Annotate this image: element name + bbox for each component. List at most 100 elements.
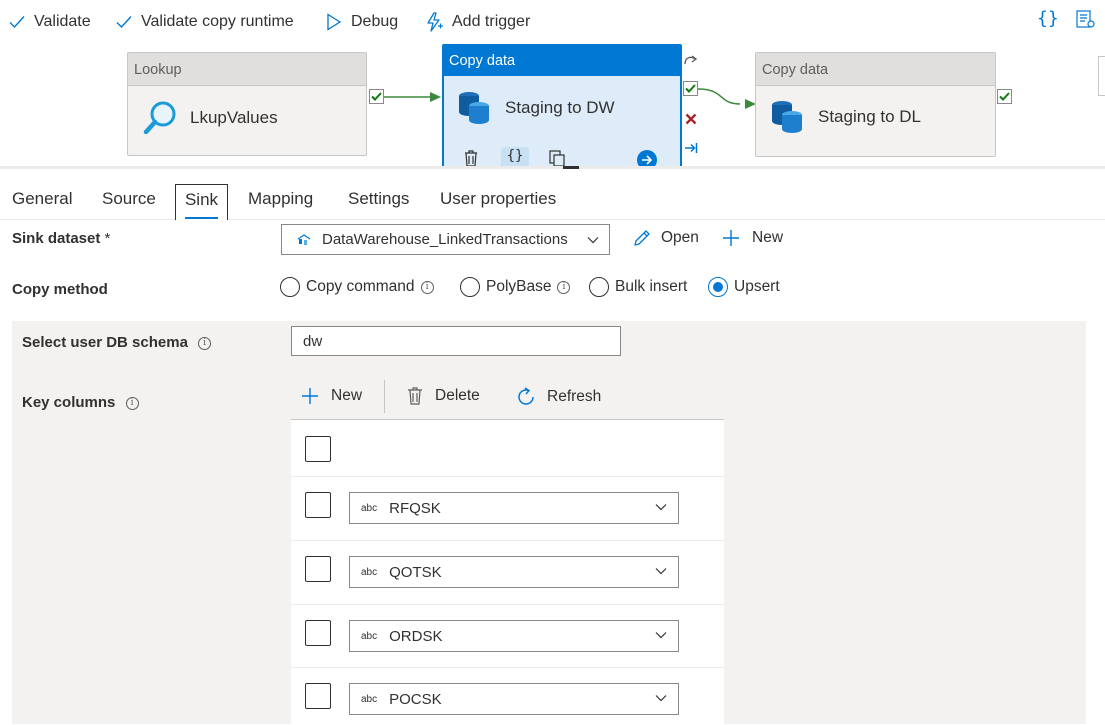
- database-copy-icon: [772, 101, 802, 133]
- validate-runtime-label: Validate copy runtime: [141, 13, 294, 30]
- info-icon[interactable]: i: [198, 336, 212, 350]
- row-checkbox[interactable]: [305, 492, 331, 518]
- new-dataset-button[interactable]: New: [721, 228, 783, 248]
- copy-method-bulk-insert[interactable]: Bulk insert: [589, 277, 687, 297]
- table-row: abc QOTSK: [291, 541, 724, 605]
- tab-user-properties[interactable]: User properties: [440, 184, 556, 220]
- activity-type-label: Lookup: [128, 53, 366, 86]
- activity-type-label: Copy data: [444, 46, 680, 76]
- pipeline-toolbar: Validate Validate copy runtime Debug Add…: [0, 0, 1105, 44]
- info-icon[interactable]: i: [420, 280, 434, 294]
- add-trigger-label: Add trigger: [452, 13, 531, 30]
- panel-splitter[interactable]: [0, 166, 1105, 169]
- row-checkbox[interactable]: [305, 683, 331, 709]
- radio-button-selected: [708, 277, 728, 297]
- validate-label: Validate: [34, 13, 91, 30]
- radio-button: [280, 277, 300, 297]
- key-column-value: ORDSK: [389, 627, 443, 645]
- properties-icon[interactable]: [1075, 9, 1095, 34]
- radio-label: Copy command: [306, 278, 415, 295]
- pipeline-canvas[interactable]: Lookup LkupValues Copy data Staging to D…: [0, 44, 1105, 166]
- chevron-down-icon: [655, 695, 667, 702]
- tab-mapping[interactable]: Mapping: [248, 184, 313, 220]
- activity-name: LkupValues: [190, 108, 278, 127]
- add-key-column-button[interactable]: New: [300, 386, 362, 406]
- radio-button: [589, 277, 609, 297]
- table-row: abc ORDSK: [291, 605, 724, 668]
- string-type-icon: abc: [361, 630, 378, 642]
- success-output-icon[interactable]: [997, 89, 1012, 104]
- key-column-dropdown[interactable]: abc ORDSK: [349, 620, 679, 652]
- copy-method-label: Copy method: [12, 281, 108, 298]
- key-column-dropdown[interactable]: abc RFQSK: [349, 492, 679, 524]
- delete-label: Delete: [435, 387, 480, 404]
- completion-output-icon[interactable]: [683, 140, 698, 155]
- delete-key-column-button[interactable]: Delete: [405, 386, 480, 406]
- key-column-value: QOTSK: [389, 563, 442, 581]
- radio-label: Upsert: [734, 278, 780, 295]
- tab-sink[interactable]: Sink: [175, 184, 228, 220]
- tab-source[interactable]: Source: [102, 184, 156, 220]
- row-checkbox[interactable]: [305, 620, 331, 646]
- sink-dataset-label-text: Sink dataset: [12, 230, 101, 247]
- key-column-value: RFQSK: [389, 499, 441, 517]
- sink-dataset-label: Sink dataset *: [12, 230, 110, 247]
- refresh-key-columns-button[interactable]: Refresh: [515, 386, 601, 408]
- code-view-icon[interactable]: {}: [1037, 8, 1059, 29]
- activity-go-icon[interactable]: [637, 150, 657, 166]
- string-type-icon: abc: [361, 693, 378, 705]
- key-column-dropdown[interactable]: abc POCSK: [349, 683, 679, 715]
- active-tab-indicator: [185, 217, 218, 219]
- select-all-checkbox[interactable]: [305, 436, 331, 462]
- skipped-output-icon[interactable]: [683, 52, 698, 67]
- clone-activity-icon[interactable]: [548, 149, 566, 166]
- key-column-dropdown[interactable]: abc QOTSK: [349, 556, 679, 588]
- sink-dataset-value: DataWarehouse_LinkedTransactions: [322, 231, 568, 248]
- delete-activity-icon[interactable]: [462, 149, 480, 166]
- chevron-down-icon: [655, 632, 667, 639]
- copy-method-copy-command[interactable]: Copy command i: [280, 277, 434, 297]
- open-dataset-button[interactable]: Open: [632, 228, 699, 248]
- open-label: Open: [661, 229, 699, 246]
- add-trigger-button[interactable]: Add trigger: [425, 10, 530, 34]
- validate-runtime-button[interactable]: Validate copy runtime: [116, 10, 294, 34]
- copy-method-upsert[interactable]: Upsert: [708, 277, 780, 297]
- play-icon: [327, 13, 342, 31]
- success-output-icon[interactable]: [369, 89, 384, 104]
- info-icon[interactable]: i: [125, 396, 139, 410]
- validate-button[interactable]: Validate: [9, 10, 91, 34]
- key-column-value: POCSK: [389, 690, 442, 708]
- properties-tabs: General Source Sink Mapping Settings Use…: [0, 176, 1105, 220]
- new-label: New: [331, 387, 363, 404]
- radio-button: [460, 277, 480, 297]
- lookup-activity-node[interactable]: Lookup LkupValues: [127, 52, 367, 156]
- key-columns-label-text: Key columns: [22, 394, 116, 411]
- code-icon[interactable]: {}: [501, 147, 529, 166]
- debug-button[interactable]: Debug: [326, 10, 398, 34]
- copy-activity-node-selected[interactable]: Copy data Staging to DW {}: [442, 44, 682, 166]
- key-columns-label: Key columns i: [22, 394, 139, 411]
- lookup-icon: [143, 101, 176, 135]
- dataset-icon: [297, 233, 311, 245]
- activity-body: LkupValues: [142, 99, 278, 137]
- success-output-icon[interactable]: [683, 81, 698, 96]
- tab-settings[interactable]: Settings: [348, 184, 409, 220]
- key-columns-grid: abc RFQSK abc QOTSK abc ORDSK abc POCSK: [291, 419, 724, 724]
- failure-output-icon[interactable]: [683, 111, 698, 126]
- sink-dataset-dropdown[interactable]: DataWarehouse_LinkedTransactions: [281, 224, 610, 255]
- database-copy-icon: [459, 92, 489, 124]
- activity-name: Staging to DL: [818, 107, 922, 126]
- db-schema-input[interactable]: dw: [291, 326, 621, 356]
- activity-body: Staging to DW: [457, 90, 615, 126]
- row-checkbox[interactable]: [305, 556, 331, 582]
- toolbar-divider: [384, 380, 385, 413]
- info-icon[interactable]: i: [557, 280, 571, 294]
- db-schema-label: Select user DB schema i: [22, 334, 212, 351]
- splitter-handle[interactable]: [563, 166, 579, 169]
- copy-method-polybase[interactable]: PolyBase i: [460, 277, 571, 297]
- edit-pencil-icon: [634, 230, 650, 246]
- copy-activity-node[interactable]: Copy data Staging to DL: [755, 52, 996, 157]
- string-type-icon: abc: [361, 566, 378, 578]
- tab-general[interactable]: General: [12, 184, 72, 220]
- table-row: abc POCSK: [291, 668, 724, 725]
